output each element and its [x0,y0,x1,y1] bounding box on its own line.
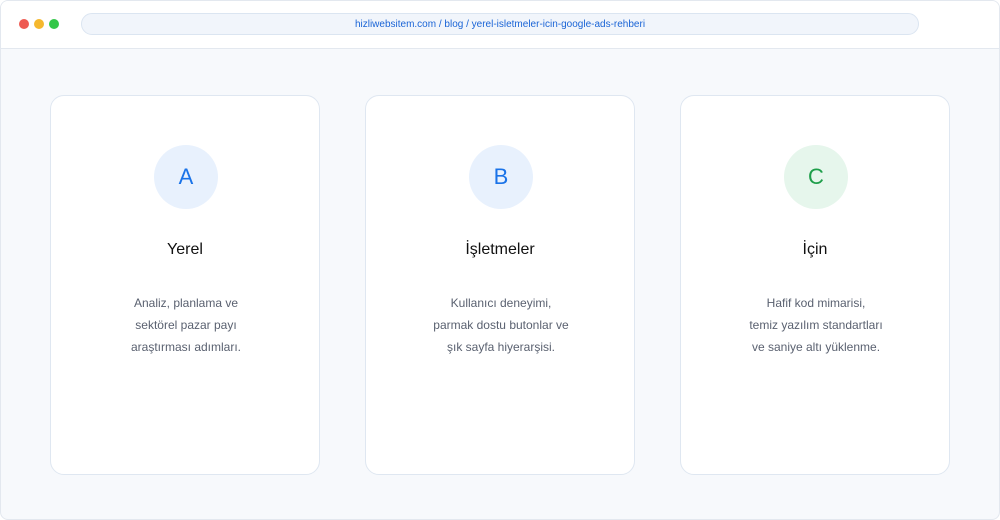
card-description-line: ve saniye altı yüklenme. [751,340,881,354]
badge-letter: A [178,164,194,189]
card-description-line: parmak dostu butonlar ve [433,318,569,332]
card-description-line: araştırması adımları. [130,340,242,354]
feature-card-icin: C İçin Hafif kod mimarisi, temiz yazılım… [680,95,950,475]
close-window-icon[interactable] [19,19,29,29]
card-title: İçin [802,241,828,258]
card-title: Yerel [167,241,203,258]
maximize-window-icon[interactable] [49,19,59,29]
badge-letter: B [493,164,509,189]
browser-titlebar: hizliwebsitem.com / blog / yerel-isletme… [1,1,999,49]
address-bar-url: hizliwebsitem.com / blog / yerel-isletme… [354,18,646,30]
card-description: Hafif kod mimarisi, temiz yazılım standa… [701,292,931,358]
badge-letter: C [808,164,824,189]
letter-badge: A [154,145,218,209]
address-bar[interactable]: hizliwebsitem.com / blog / yerel-isletme… [81,13,919,35]
letter-badge: C [784,145,848,209]
card-title: İşletmeler [465,241,535,258]
card-description: Kullanıcı deneyimi, parmak dostu butonla… [386,292,616,358]
card-description: Analiz, planlama ve sektörel pazar payı … [71,292,301,358]
card-description-line: sektörel pazar payı [135,318,237,332]
page-content: A Yerel Analiz, planlama ve sektörel paz… [1,49,999,519]
card-description-line: Analiz, planlama ve [133,296,239,310]
card-description-line: temiz yazılım standartları [749,318,883,332]
feature-card-yerel: A Yerel Analiz, planlama ve sektörel paz… [50,95,320,475]
feature-card-isletmeler: B İşletmeler Kullanıcı deneyimi, parmak … [365,95,635,475]
letter-badge: B [469,145,533,209]
card-description-line: Hafif kod mimarisi, [766,296,866,310]
card-description-line: Kullanıcı deneyimi, [450,296,552,310]
browser-window: hizliwebsitem.com / blog / yerel-isletme… [0,0,1000,520]
minimize-window-icon[interactable] [34,19,44,29]
card-description-line: şık sayfa hiyerarşisi. [446,340,556,354]
